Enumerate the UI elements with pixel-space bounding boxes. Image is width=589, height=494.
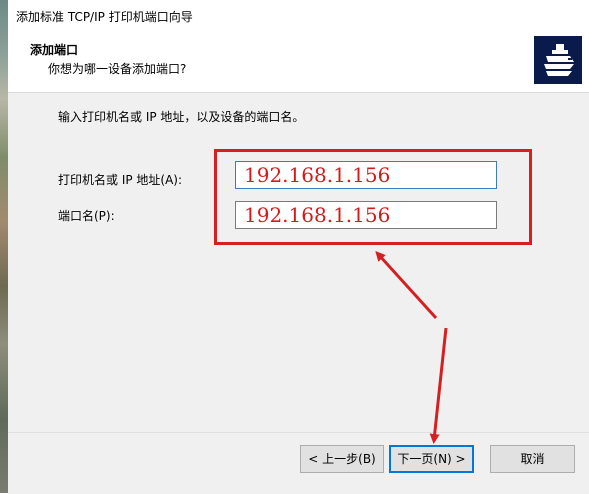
header-title: 添加端口	[30, 43, 79, 57]
printer-network-icon	[534, 36, 582, 84]
port-name-input[interactable]: 192.168.1.156	[235, 201, 497, 229]
wizard-header: 添加端口 你想为哪一设备添加端口?	[8, 30, 589, 93]
next-button[interactable]: 下一页(N) >	[389, 445, 474, 473]
wizard-body: 输入打印机名或 IP 地址，以及设备的端口名。 打印机名或 IP 地址(A): …	[8, 93, 589, 432]
header-subtitle: 你想为哪一设备添加端口?	[48, 62, 187, 76]
cancel-button[interactable]: 取消	[490, 445, 575, 473]
window-title: 添加标准 TCP/IP 打印机端口向导	[16, 10, 193, 24]
printer-name-label: 打印机名或 IP 地址(A):	[58, 173, 183, 187]
title-bar[interactable]: 添加标准 TCP/IP 打印机端口向导	[8, 0, 589, 30]
back-button[interactable]: < 上一步(B)	[300, 445, 384, 473]
desktop-background-strip	[0, 0, 8, 493]
wizard-footer: < 上一步(B) 下一页(N) > 取消	[8, 432, 589, 494]
port-name-label: 端口名(P):	[58, 209, 115, 223]
printer-ip-input[interactable]: 192.168.1.156	[235, 161, 497, 189]
instruction-text: 输入打印机名或 IP 地址，以及设备的端口名。	[58, 110, 305, 124]
wizard-dialog: 添加标准 TCP/IP 打印机端口向导 添加端口 你想为哪一设备添加端口? 输入…	[8, 0, 589, 494]
